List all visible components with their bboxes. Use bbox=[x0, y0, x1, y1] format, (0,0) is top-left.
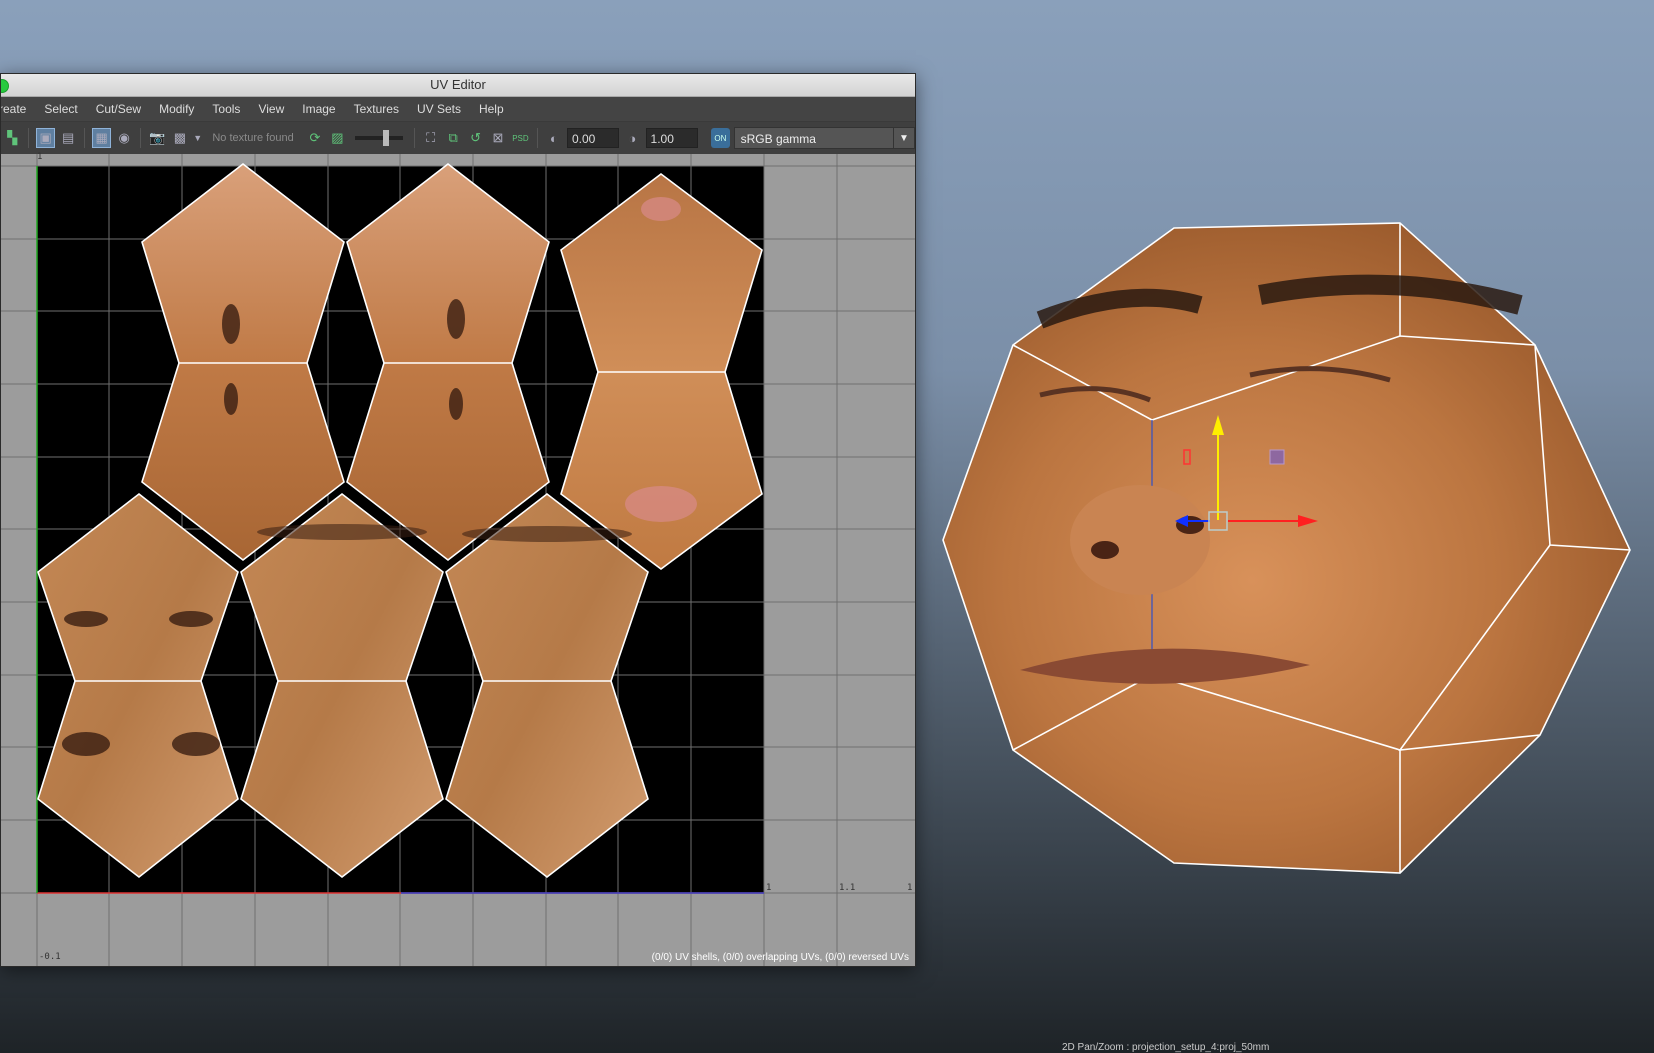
chevron-down-icon[interactable]: ▼ bbox=[892, 128, 914, 148]
frame-all-icon[interactable]: ⛶ bbox=[421, 128, 439, 148]
menu-tools[interactable]: Tools bbox=[203, 102, 249, 116]
3d-dodecahedron-mesh[interactable] bbox=[930, 210, 1640, 890]
menu-uv-sets[interactable]: UV Sets bbox=[408, 102, 470, 116]
texture-status-label: No texture found bbox=[212, 132, 294, 144]
snapshot-camera-icon[interactable]: 📷 bbox=[148, 128, 166, 148]
pixel-snap-icon[interactable]: ◉ bbox=[115, 128, 133, 148]
tick-u-edge: 1 bbox=[907, 883, 913, 893]
isolate-select-icon[interactable]: ▣ bbox=[36, 128, 55, 148]
color-space-select[interactable]: sRGB gamma ▼ bbox=[733, 127, 915, 149]
menu-select[interactable]: Select bbox=[35, 102, 86, 116]
exposure-field[interactable]: 0.00 bbox=[567, 128, 620, 148]
color-space-value: sRGB gamma bbox=[740, 132, 816, 146]
display-image-icon[interactable]: ▤ bbox=[59, 128, 77, 148]
uv-viewport[interactable]: 1 1 1.1 1 -0.1 (0/0) UV shells, (0/0) ov… bbox=[1, 152, 915, 966]
toolbar: ▚ ▣ ▤ ▦ ◉ 📷 ▩ ▼ No texture found ⟳ ▨ ⛶ ⧉… bbox=[1, 122, 915, 155]
uv-status-text: (0/0) UV shells, (0/0) overlapping UVs, … bbox=[651, 952, 909, 963]
tick-bottom-left: -0.1 bbox=[39, 952, 61, 962]
nose bbox=[1070, 485, 1210, 595]
uv-editor-window[interactable]: UV Editor reate Select Cut/Sew Modify To… bbox=[0, 73, 916, 967]
menu-image[interactable]: Image bbox=[293, 102, 344, 116]
slider-knob[interactable] bbox=[382, 130, 389, 146]
grid-toggle-icon[interactable]: ▦ bbox=[92, 128, 111, 148]
tick-top-left: 1 bbox=[37, 152, 43, 162]
menu-view[interactable]: View bbox=[249, 102, 293, 116]
psd-icon[interactable]: PSD bbox=[511, 128, 529, 148]
tick-u-1-1: 1.1 bbox=[839, 883, 856, 893]
checker-icon[interactable]: ▩ bbox=[171, 128, 189, 148]
plane-handle-xy[interactable] bbox=[1269, 449, 1285, 465]
menu-modify[interactable]: Modify bbox=[150, 102, 203, 116]
menu-textures[interactable]: Textures bbox=[345, 102, 408, 116]
uv-shell-icon[interactable]: ▚ bbox=[3, 128, 21, 148]
gamma-icon[interactable]: ◑ bbox=[623, 128, 641, 148]
uv-canvas[interactable] bbox=[1, 154, 915, 966]
color-management-icon[interactable]: ON bbox=[711, 128, 730, 148]
title-bar[interactable]: UV Editor bbox=[1, 74, 915, 97]
dim-image-slider[interactable] bbox=[354, 130, 403, 146]
menu-create[interactable]: reate bbox=[1, 102, 35, 116]
window-zoom-button[interactable] bbox=[1, 79, 9, 93]
viewport-hud-text: 2D Pan/Zoom : projection_setup_4:proj_50… bbox=[1062, 1042, 1270, 1053]
frame-selection-icon[interactable]: ⧉ bbox=[444, 128, 462, 148]
menu-help[interactable]: Help bbox=[470, 102, 513, 116]
gamma-field[interactable]: 1.00 bbox=[645, 128, 698, 148]
rotate-uv-icon[interactable]: ↺ bbox=[466, 128, 484, 148]
dropdown-arrow-icon[interactable]: ▼ bbox=[193, 128, 202, 148]
window-title: UV Editor bbox=[430, 77, 486, 92]
distort-icon[interactable]: ⊠ bbox=[489, 128, 507, 148]
tick-u-1: 1 bbox=[766, 883, 772, 893]
image-icon[interactable]: ▨ bbox=[328, 128, 346, 148]
exposure-icon[interactable]: ◐ bbox=[545, 128, 563, 148]
refresh-texture-icon[interactable]: ⟳ bbox=[306, 128, 324, 148]
menu-cut-sew[interactable]: Cut/Sew bbox=[87, 102, 150, 116]
menu-bar: reate Select Cut/Sew Modify Tools View I… bbox=[1, 97, 915, 122]
